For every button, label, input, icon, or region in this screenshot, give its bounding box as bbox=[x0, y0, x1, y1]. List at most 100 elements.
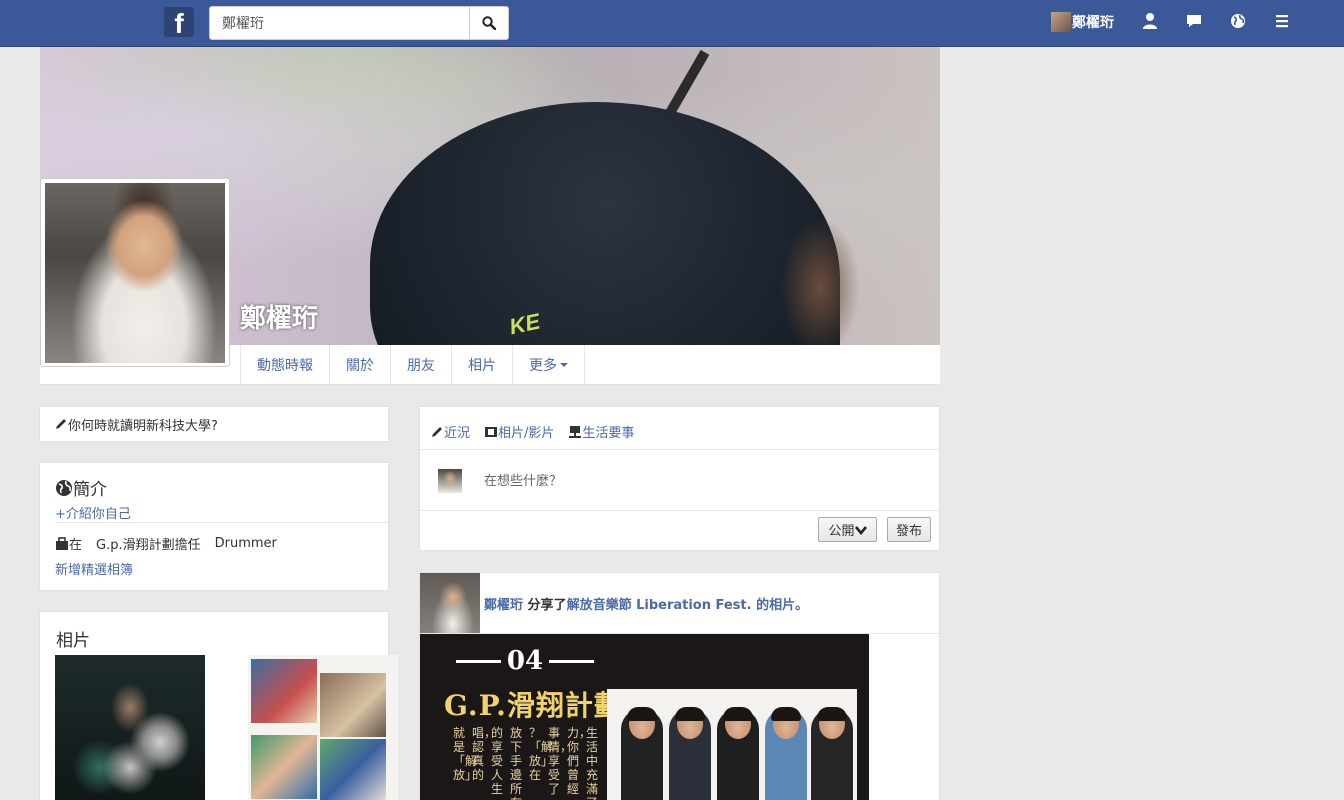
pencil-icon bbox=[56, 419, 66, 429]
band-member-hair bbox=[675, 707, 705, 721]
band-member bbox=[717, 707, 759, 800]
privacy-button[interactable]: 公開 bbox=[818, 517, 877, 542]
add-featured-album-link[interactable]: 新增精選相簿 bbox=[55, 559, 133, 578]
globe-icon bbox=[56, 479, 72, 496]
top-navigation-bar: f 鄭櫂珩 bbox=[0, 0, 1344, 47]
education-question-text: 你何時就讀明新科技大學? bbox=[68, 418, 218, 434]
poster-title: G.P.滑翔計劃 bbox=[444, 689, 623, 722]
profile-name[interactable]: 鄭櫂珩 bbox=[240, 298, 318, 335]
facebook-logo[interactable]: f bbox=[164, 7, 194, 37]
photos-card: 相片 bbox=[39, 611, 398, 800]
top-user-name: 鄭櫂珩 bbox=[1072, 15, 1114, 31]
poster-rule bbox=[456, 659, 501, 663]
post-action-text: 分享了 bbox=[527, 598, 567, 613]
tab-photos-label: 相片 bbox=[468, 358, 496, 374]
tab-more-label: 更多 bbox=[529, 358, 557, 374]
cover-hair-shape bbox=[780, 217, 860, 345]
tab-about[interactable]: 關於 bbox=[329, 345, 390, 385]
poster-column: 放下手邊所有 bbox=[510, 726, 523, 800]
feed-post: 鄭櫂珩 分享了解放音樂節 Liberation Fest. 的相片。 04 G.… bbox=[419, 572, 940, 800]
photo-thumbnail[interactable] bbox=[248, 655, 398, 800]
intro-title-text: 簡介 bbox=[73, 480, 107, 500]
poster-band-photo bbox=[607, 689, 857, 800]
friend-requests-icon[interactable] bbox=[1141, 12, 1159, 30]
composer-tab-photo-video-label: 相片/影片 bbox=[498, 426, 555, 441]
profile-nav-items: 動態時報 關於 朋友 相片 更多 bbox=[240, 345, 585, 385]
post-page-link[interactable]: 解放音樂節 Liberation Fest. bbox=[567, 598, 752, 613]
composer-tab-status-label: 近況 bbox=[444, 426, 471, 441]
divider bbox=[420, 449, 940, 450]
briefcase-icon bbox=[56, 536, 68, 550]
add-intro-link[interactable]: +介紹你自己 bbox=[55, 503, 131, 522]
photo-collage-tile bbox=[251, 659, 317, 723]
composer-input[interactable]: 在想些什麼？ bbox=[484, 470, 562, 489]
post-author-avatar[interactable] bbox=[420, 573, 480, 633]
pencil-icon bbox=[432, 426, 442, 437]
facebook-logo-glyph: f bbox=[174, 8, 184, 37]
search-button[interactable] bbox=[469, 7, 508, 39]
band-member-hair bbox=[817, 707, 847, 721]
top-user-avatar bbox=[1051, 12, 1071, 32]
tab-friends[interactable]: 朋友 bbox=[390, 345, 451, 385]
search-input[interactable] bbox=[210, 7, 469, 39]
post-composer: 近況 相片/影片 生活要事 在想些什麼？ 公開 發布 bbox=[419, 406, 940, 551]
caret-down-icon bbox=[560, 363, 568, 367]
photo-thumbnail[interactable] bbox=[55, 655, 205, 800]
poster-column: 就是「解放」 bbox=[453, 726, 478, 782]
menu-icon[interactable] bbox=[1273, 12, 1291, 30]
film-icon bbox=[485, 426, 498, 437]
work-info: 在 G.p.滑翔計劃擔任 Drummer bbox=[55, 534, 277, 553]
composer-tab-status[interactable]: 近況 bbox=[430, 422, 470, 441]
photos-title[interactable]: 相片 bbox=[56, 626, 90, 651]
publish-button[interactable]: 發布 bbox=[887, 517, 931, 542]
post-author-link[interactable]: 鄭櫂珩 bbox=[484, 598, 523, 613]
poster-number: 04 bbox=[450, 646, 600, 676]
tab-timeline[interactable]: 動態時報 bbox=[240, 345, 329, 385]
composer-tab-life-event[interactable]: 生活要事 bbox=[568, 422, 634, 441]
intro-card: 簡介 +介紹你自己 在 G.p.滑翔計劃擔任 Drummer 新增精選相簿 bbox=[39, 462, 390, 591]
notifications-globe-icon[interactable] bbox=[1229, 12, 1247, 30]
composer-tab-life-event-label: 生活要事 bbox=[582, 426, 635, 441]
tab-more[interactable]: 更多 bbox=[512, 345, 585, 385]
band-member bbox=[669, 707, 711, 800]
photo-collage-tile bbox=[320, 673, 386, 737]
divider bbox=[55, 522, 390, 523]
composer-tabs: 近況 相片/影片 生活要事 bbox=[430, 422, 648, 441]
band-member bbox=[621, 707, 663, 800]
band-member bbox=[765, 707, 807, 800]
post-header: 鄭櫂珩 分享了解放音樂節 Liberation Fest. 的相片。 bbox=[484, 594, 808, 613]
divider bbox=[420, 510, 940, 511]
messages-icon[interactable] bbox=[1185, 12, 1203, 30]
band-member-hair bbox=[771, 707, 801, 721]
chevron-down-icon bbox=[854, 525, 867, 535]
education-question-card[interactable]: 你何時就讀明新科技大學? bbox=[39, 406, 389, 442]
photo-collage-tile bbox=[320, 739, 386, 800]
work-role: Drummer bbox=[214, 536, 277, 551]
band-member-hair bbox=[723, 707, 753, 721]
poster-number-text: 04 bbox=[506, 646, 544, 676]
composer-avatar bbox=[438, 469, 462, 493]
post-image[interactable]: 04 G.P.滑翔計劃 生活中充滿了 力，你們曾經 事情，享受了 ？「解放」在 … bbox=[420, 634, 869, 800]
privacy-button-label: 公開 bbox=[828, 524, 855, 539]
profile-picture bbox=[45, 183, 225, 363]
band-member bbox=[811, 707, 853, 800]
poster-column: ？「解放」在 bbox=[529, 726, 554, 782]
tab-timeline-label: 動態時報 bbox=[257, 358, 313, 374]
publish-button-label: 發布 bbox=[895, 524, 922, 539]
search-bar bbox=[209, 6, 509, 40]
work-prefix: 在 bbox=[69, 538, 83, 553]
work-org[interactable]: G.p.滑翔計劃擔任 bbox=[96, 534, 201, 553]
tab-photos[interactable]: 相片 bbox=[451, 345, 512, 385]
poster-column: 力，你們曾經 bbox=[567, 726, 592, 796]
composer-tab-photo-video[interactable]: 相片/影片 bbox=[484, 422, 554, 441]
top-user-link[interactable]: 鄭櫂珩 bbox=[1051, 12, 1114, 32]
flag-icon bbox=[569, 425, 582, 438]
poster-rule bbox=[549, 659, 594, 663]
tab-friends-label: 朋友 bbox=[407, 358, 435, 374]
profile-picture-frame[interactable] bbox=[40, 178, 230, 367]
band-member-hair bbox=[627, 707, 657, 721]
post-object-link[interactable]: 的相片。 bbox=[756, 598, 808, 613]
tab-about-label: 關於 bbox=[346, 358, 374, 374]
search-icon bbox=[482, 16, 496, 30]
intro-title: 簡介 bbox=[55, 475, 107, 500]
